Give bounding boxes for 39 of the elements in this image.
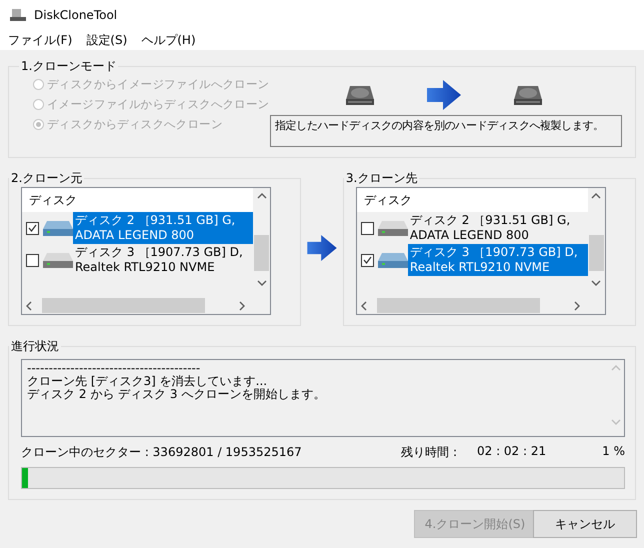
drive-icon	[43, 251, 73, 269]
menu-item[interactable]: ファイル(F)	[4, 32, 76, 48]
checkbox[interactable]	[26, 222, 39, 234]
sector-count: クローン中のセクター : 33692801 / 1953525167	[21, 444, 303, 461]
checkbox[interactable]	[26, 254, 39, 266]
disk-item[interactable]: ディスク 3 ［1907.73 GB] D, Realtek RTL9210 NVME	[73, 244, 253, 276]
checkbox[interactable]	[360, 254, 374, 266]
column-header: ディスク	[356, 188, 588, 212]
hard-drive-icon	[345, 84, 375, 106]
log-line: ----------------------------------------	[27, 362, 202, 375]
window-title: DiskCloneTool	[34, 8, 118, 22]
right-arrow-icon	[427, 80, 461, 110]
group-title: 2.クローン元	[10, 170, 84, 187]
menu-item[interactable]: ヘルプ(H)	[137, 32, 200, 48]
app-icon	[10, 8, 26, 22]
radio-label: イメージファイルからディスクへクローン	[47, 97, 270, 112]
description-text: 指定したハードディスクの内容を別のハードディスクへ複製します。	[270, 115, 622, 147]
radio-label: ディスクからイメージファイルへクローン	[47, 77, 270, 92]
group-title: 3.クローン先	[344, 170, 418, 187]
log-line: クローン先 [ディスク3] を消去しています...	[27, 375, 268, 388]
checkbox[interactable]	[360, 222, 374, 234]
group-title: 進行状況	[10, 338, 60, 355]
remaining-label: 残り時間 :	[401, 444, 457, 461]
disk-item[interactable]: ディスク 2 ［931.51 GB] G, ADATA LEGEND 800	[408, 212, 588, 244]
percent-text: 1 %	[602, 444, 625, 460]
radio-label: ディスクからディスクへクローン	[47, 117, 223, 132]
disk-item[interactable]: ディスク 3 ［1907.73 GB] D, Realtek RTL9210 NVME	[408, 244, 588, 276]
group-title: 1.クローンモード	[20, 58, 118, 75]
menu-item[interactable]: 設定(S)	[82, 32, 132, 48]
drive-icon	[43, 219, 73, 237]
right-arrow-icon	[306, 235, 337, 261]
remaining-time: 02 : 02 : 21	[476, 444, 546, 460]
log-line: ディスク 2 から ディスク 3 へクローンを開始します。	[27, 388, 326, 401]
drive-icon	[378, 219, 408, 237]
drive-icon	[378, 251, 408, 269]
disk-item[interactable]: ディスク 2 ［931.51 GB] G, ADATA LEGEND 800	[73, 212, 253, 244]
hard-drive-icon	[513, 84, 543, 106]
cancel-button[interactable]: キャンセル	[533, 510, 637, 538]
column-header: ディスク	[22, 188, 253, 212]
